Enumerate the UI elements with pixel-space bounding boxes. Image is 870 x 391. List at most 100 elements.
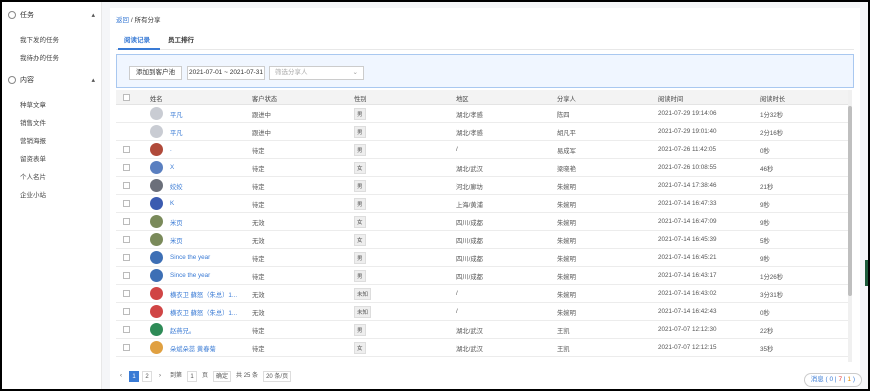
sidebar-item-sales-files[interactable]: 销售文件 <box>20 117 46 127</box>
cell-name[interactable]: Since the year <box>170 272 210 279</box>
page-1-button[interactable]: 1 <box>129 370 139 382</box>
cell-gender: 未知 <box>354 306 372 318</box>
sidebar-item-my-todo-tasks[interactable]: 我待办的任务 <box>20 52 59 62</box>
table-row[interactable]: Since the year 男 待定 四川/成都 朱婉明 2021-07-14 16:4… <box>116 249 848 267</box>
cell-read-time: 2021-07-29 19:01:40 <box>658 128 717 135</box>
table-row[interactable]: 赵燕兄。 男 待定 湖北/武汉 王凯 2021-07-07 12:12:30 22秒 <box>116 321 848 339</box>
back-link[interactable]: 返回 <box>116 17 129 24</box>
table-row[interactable]: 横衣卫 蘇怒（朱总）1... 未知 无效 / 朱婉明 2021-07-14 16:43:0… <box>116 285 848 303</box>
cell-gender: 男 <box>354 144 366 156</box>
cell-name[interactable]: 平凡 <box>170 110 183 119</box>
scrollbar-thumb[interactable] <box>848 106 852 296</box>
row-checkbox[interactable] <box>123 290 130 297</box>
chevron-up-icon: ▴ <box>91 12 95 19</box>
table-row[interactable]: Since the year 男 待定 四川/成都 朱婉明 2021-07-14 16:4… <box>116 267 848 285</box>
cell-gender: 男 <box>354 126 366 138</box>
cell-region: 四川/成都 <box>456 238 483 245</box>
table-row[interactable]: . 男 待定 / 易成军 2021-07-26 11:42:05 0秒 <box>116 141 848 159</box>
date-range-picker[interactable]: 2021-07-01 ~ 2021-07-31 <box>187 66 265 80</box>
row-checkbox[interactable] <box>123 326 130 333</box>
table-row[interactable]: 米页 女 无效 四川/成都 朱婉明 2021-07-14 16:47:09 9秒 <box>116 213 848 231</box>
sidebar-item-company-site[interactable]: 企业小站 <box>20 189 46 199</box>
table-row[interactable]: 平凡 男 跟进中 湖北/孝感 陈四 2021-07-29 19:14:06 1分32秒 <box>116 105 848 123</box>
cell-name[interactable]: 平凡 <box>170 128 183 137</box>
sidebar-item-lead-forms[interactable]: 留资表单 <box>20 153 46 163</box>
sharer-select[interactable]: 筛选分享人 ⌄ <box>269 66 364 80</box>
avatar <box>150 233 163 246</box>
row-checkbox[interactable] <box>123 218 130 225</box>
table-row[interactable]: K 男 待定 上海/黄浦 朱婉明 2021-07-14 16:47:33 9秒 <box>116 195 848 213</box>
message-badge[interactable]: 消息 ( 0 | 7 | 1 ) <box>803 373 862 387</box>
row-checkbox[interactable] <box>123 200 130 207</box>
cell-name[interactable]: 米页 <box>170 236 183 245</box>
table-row[interactable]: 平凡 男 跟进中 湖北/孝感 胡凡平 2021-07-29 19:01:40 2分16秒 <box>116 123 848 141</box>
row-checkbox[interactable] <box>123 308 130 315</box>
avatar <box>150 341 163 354</box>
goto-page-input[interactable]: 1 <box>187 370 198 382</box>
table-row[interactable]: 姣姣 男 待定 河北/廊坊 朱婉明 2021-07-14 17:38:46 21秒 <box>116 177 848 195</box>
cell-name[interactable]: 姣姣 <box>170 182 183 191</box>
prev-page-button[interactable]: ‹ <box>116 371 126 382</box>
page-size-select[interactable]: 20 条/页 <box>263 370 292 382</box>
cell-read-duration: 9秒 <box>760 256 770 263</box>
cell-name[interactable]: 米页 <box>170 218 183 227</box>
avatar <box>150 143 163 156</box>
cell-name[interactable]: . <box>170 146 172 153</box>
tab-read-records[interactable]: 阅读记录 <box>124 34 150 44</box>
cell-name[interactable]: 朵斌朵蕊 黄春菊 <box>170 344 216 353</box>
row-checkbox[interactable] <box>123 254 130 261</box>
cell-name[interactable]: 横衣卫 蘇怒（朱总）1... <box>170 290 237 299</box>
table-scrollbar[interactable] <box>848 90 852 362</box>
message-count-c: 1 <box>847 376 852 383</box>
sidebar-item-my-issued-tasks[interactable]: 我下发的任务 <box>20 34 59 44</box>
cell-read-duration: 9秒 <box>760 220 770 227</box>
select-all-checkbox[interactable] <box>123 94 130 101</box>
goto-page-suffix: 页 <box>202 372 209 379</box>
table-row[interactable]: 横衣卫 蘇怒（朱总）1... 未知 无效 / 朱婉明 2021-07-14 16:42:4… <box>116 303 848 321</box>
cell-read-time: 2021-07-14 16:43:02 <box>658 290 717 297</box>
sidebar-group-tasks[interactable]: 任务 ▴ <box>8 8 95 22</box>
cell-status: 跟进中 <box>252 112 271 119</box>
cell-region: / <box>456 290 458 297</box>
tab-staff-ranking[interactable]: 员工排行 <box>168 34 194 44</box>
page-2-button[interactable]: 2 <box>142 370 152 382</box>
row-checkbox[interactable] <box>123 182 130 189</box>
cell-region: 湖北/孝感 <box>456 130 483 137</box>
message-separator: | <box>834 376 837 383</box>
cell-sharer: 朱婉明 <box>557 238 576 245</box>
cell-gender: 男 <box>354 198 366 210</box>
cell-name[interactable]: 赵燕兄。 <box>170 326 195 335</box>
cell-read-duration: 3分31秒 <box>760 292 784 299</box>
row-checkbox[interactable] <box>123 164 130 171</box>
cell-name[interactable]: Since the year <box>170 254 210 261</box>
cell-status: 待定 <box>252 346 265 353</box>
row-checkbox[interactable] <box>123 146 130 153</box>
row-checkbox[interactable] <box>123 236 130 243</box>
cell-name[interactable]: K <box>170 200 174 207</box>
cell-region: / <box>456 146 458 153</box>
table-row[interactable]: X 女 待定 湖北/武汉 梁晓艳 2021-07-26 10:08:55 46秒 <box>116 159 848 177</box>
chevron-up-icon: ▴ <box>91 77 95 84</box>
side-handle[interactable] <box>865 260 868 286</box>
table-row[interactable]: 朵斌朵蕊 黄春菊 女 待定 湖北/武汉 王凯 2021-07-07 12:12:15 35秒 <box>116 339 848 357</box>
sidebar-item-posters[interactable]: 营销海报 <box>20 135 46 145</box>
cell-sharer: 朱婉明 <box>557 202 576 209</box>
cell-name[interactable]: X <box>170 164 174 171</box>
row-checkbox[interactable] <box>123 344 130 351</box>
sidebar-item-business-card[interactable]: 个人名片 <box>20 171 46 181</box>
column-header-name: 姓名 <box>150 96 163 103</box>
cell-read-duration: 21秒 <box>760 184 774 191</box>
avatar <box>150 251 163 264</box>
sidebar-item-articles[interactable]: 种草文章 <box>20 99 46 109</box>
table-row[interactable]: 米页 女 无效 四川/成都 朱婉明 2021-07-14 16:45:39 5秒 <box>116 231 848 249</box>
add-to-customer-pool-button[interactable]: 添加到客户池 <box>129 66 182 80</box>
goto-confirm-button[interactable]: 确定 <box>213 370 232 382</box>
cell-gender: 女 <box>354 342 366 354</box>
task-icon <box>8 11 16 19</box>
cell-read-time: 2021-07-14 16:42:43 <box>658 308 717 315</box>
sidebar-group-content[interactable]: 内容 ▴ <box>8 73 95 87</box>
row-checkbox[interactable] <box>123 272 130 279</box>
cell-sharer: 朱婉明 <box>557 184 576 191</box>
cell-name[interactable]: 横衣卫 蘇怒（朱总）1... <box>170 308 237 317</box>
next-page-button[interactable]: › <box>155 371 165 382</box>
